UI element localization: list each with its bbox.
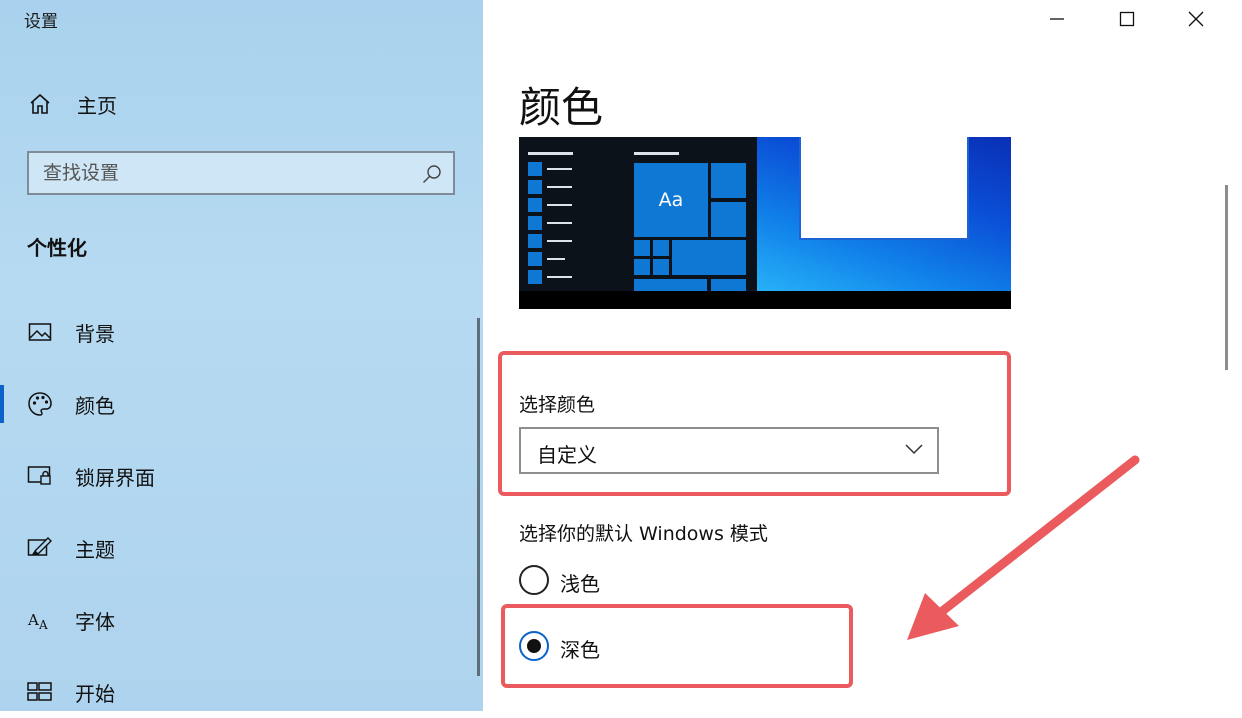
sidebar-item-lock-screen[interactable]: 锁屏界面 bbox=[0, 450, 483, 502]
dropdown-value: 自定义 bbox=[537, 443, 597, 467]
theme-preview: Aa bbox=[519, 137, 1011, 309]
annotation-arrow bbox=[907, 455, 1140, 640]
search-icon[interactable] bbox=[421, 163, 443, 185]
sidebar-item-label: 开始 bbox=[75, 681, 115, 706]
svg-text:A: A bbox=[27, 611, 39, 629]
preview-desktop bbox=[757, 137, 1011, 291]
sidebar-item-background[interactable]: 背景 bbox=[0, 306, 483, 358]
color-mode-dropdown[interactable]: 自定义 bbox=[519, 427, 939, 474]
preview-taskbar bbox=[519, 291, 1011, 309]
choose-color-label: 选择颜色 bbox=[519, 394, 596, 416]
sidebar-scrollbar[interactable] bbox=[477, 318, 480, 676]
sidebar-item-label: 主题 bbox=[75, 537, 115, 562]
sidebar-item-label: 颜色 bbox=[75, 393, 115, 418]
sidebar-item-label: 背景 bbox=[75, 321, 115, 346]
sidebar-item-label: 锁屏界面 bbox=[75, 465, 155, 490]
section-heading: 个性化 bbox=[27, 236, 87, 260]
sidebar-item-home[interactable]: 主页 bbox=[0, 78, 483, 130]
app-title: 设置 bbox=[24, 12, 58, 32]
minimize-icon bbox=[1050, 18, 1064, 20]
close-button[interactable] bbox=[1179, 4, 1213, 34]
search-input[interactable] bbox=[43, 161, 403, 185]
dark-mode-label[interactable]: 深色 bbox=[560, 634, 600, 663]
lock-screen-icon bbox=[27, 463, 53, 489]
sidebar-item-fonts[interactable]: AA 字体 bbox=[0, 594, 483, 646]
maximize-icon bbox=[1119, 11, 1135, 27]
search-box[interactable] bbox=[27, 151, 455, 195]
windows-mode-label: 选择你的默认 Windows 模式 bbox=[519, 523, 768, 545]
sidebar-item-label: 字体 bbox=[75, 609, 115, 634]
minimize-button[interactable] bbox=[1040, 4, 1074, 34]
preview-sample-tile: Aa bbox=[634, 163, 708, 237]
start-icon bbox=[27, 679, 53, 705]
svg-text:A: A bbox=[38, 618, 48, 632]
light-mode-label[interactable]: 浅色 bbox=[560, 568, 600, 597]
annotation-box-dark bbox=[501, 604, 853, 688]
sidebar-item-start[interactable]: 开始 bbox=[0, 666, 483, 718]
theme-brush-icon bbox=[27, 535, 53, 561]
image-icon bbox=[27, 319, 53, 345]
content-scrollbar[interactable] bbox=[1225, 185, 1228, 370]
preview-window bbox=[799, 137, 969, 240]
sidebar: 设置 主页 个性化 背景 颜色 锁屏界面 主题 bbox=[0, 0, 483, 711]
palette-icon bbox=[27, 391, 53, 417]
sidebar-item-themes[interactable]: 主题 bbox=[0, 522, 483, 574]
home-icon bbox=[27, 91, 53, 117]
maximize-button[interactable] bbox=[1110, 4, 1144, 34]
sidebar-item-label: 主页 bbox=[77, 93, 117, 118]
light-mode-radio[interactable] bbox=[519, 565, 549, 595]
sidebar-item-colors[interactable]: 颜色 bbox=[0, 378, 483, 430]
preview-start-menu: Aa bbox=[519, 137, 757, 291]
close-icon bbox=[1188, 11, 1204, 27]
font-icon: AA bbox=[27, 607, 53, 633]
dark-mode-radio[interactable] bbox=[519, 631, 549, 661]
page-title: 颜色 bbox=[519, 83, 604, 132]
